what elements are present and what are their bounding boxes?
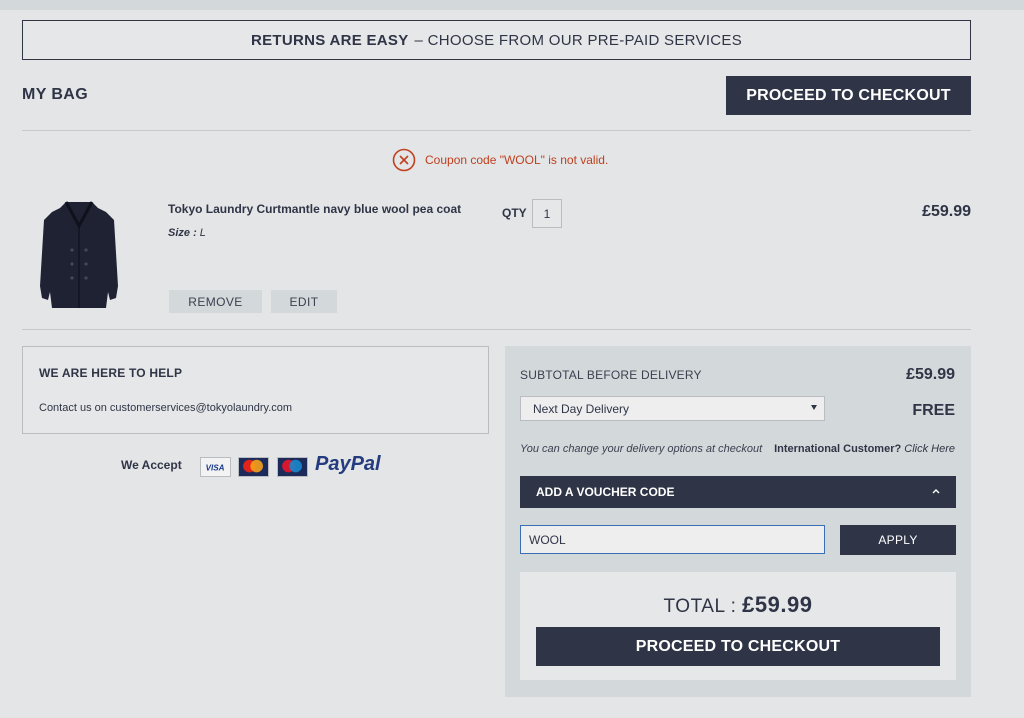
banner-bold-text: RETURNS ARE EASY	[250, 31, 409, 49]
visa-text: VISA	[206, 464, 225, 473]
qty-input[interactable]: 1	[532, 199, 562, 228]
we-accept-label: We Accept	[121, 458, 182, 472]
delivery-option: Next Day Delivery	[533, 401, 630, 416]
visa-icon: VISA	[200, 457, 231, 477]
qty-label: QTY	[502, 206, 527, 220]
remove-button[interactable]: REMOVE	[169, 290, 262, 313]
proceed-to-checkout-button[interactable]: PROCEED TO CHECKOUT	[726, 76, 971, 115]
help-title: WE ARE HERE TO HELP	[39, 366, 183, 380]
total-box: TOTAL : £59.99 PROCEED TO CHECKOUT	[520, 572, 956, 680]
order-summary: SUBTOTAL BEFORE DELIVERY £59.99 Next Day…	[505, 346, 971, 697]
delivery-select[interactable]: Next Day Delivery	[520, 396, 825, 421]
item-price: £59.99	[922, 203, 971, 220]
product-image[interactable]	[36, 196, 122, 316]
international-customer[interactable]: International Customer? Click Here	[774, 443, 955, 455]
delivery-note: You can change your delivery options at …	[520, 443, 763, 455]
maestro-icon	[277, 457, 308, 477]
divider	[22, 130, 971, 131]
help-box: WE ARE HERE TO HELP Contact us on custom…	[22, 346, 489, 434]
proceed-to-checkout-button-bottom[interactable]: PROCEED TO CHECKOUT	[536, 627, 940, 666]
paypal-text: PayPal	[315, 453, 381, 475]
size-value: L	[199, 227, 206, 239]
coupon-error: Coupon code "WOOL" is not valid.	[392, 148, 608, 172]
dropdown-arrow-icon	[811, 405, 817, 410]
help-contact[interactable]: Contact us on customerservices@tokyolaun…	[39, 402, 292, 414]
delivery-cost: FREE	[912, 402, 955, 419]
total-line: TOTAL : £59.99	[520, 592, 956, 618]
intl-label: International Customer?	[774, 443, 902, 455]
apply-button[interactable]: APPLY	[840, 525, 956, 555]
subtotal-value: £59.99	[906, 366, 955, 383]
size-label: Size :	[168, 227, 197, 239]
voucher-toggle[interactable]: ADD A VOUCHER CODE	[520, 476, 956, 508]
error-icon	[392, 148, 416, 172]
chevron-up-icon	[932, 489, 940, 494]
paypal-logo: PayPal	[315, 453, 381, 476]
mastercard-icon	[238, 457, 269, 477]
total-value: £59.99	[742, 592, 813, 617]
intl-link[interactable]: Click Here	[904, 443, 955, 455]
banner-text: – CHOOSE FROM OUR PRE-PAID SERVICES	[414, 31, 743, 49]
product-size: Size : L	[168, 227, 206, 239]
subtotal-label: SUBTOTAL BEFORE DELIVERY	[520, 368, 702, 382]
voucher-label: ADD A VOUCHER CODE	[536, 485, 675, 499]
error-message: Coupon code "WOOL" is not valid.	[425, 153, 609, 167]
divider	[22, 329, 971, 330]
voucher-input[interactable]	[520, 525, 825, 554]
top-strip	[0, 0, 1024, 10]
page-title: MY BAG	[22, 86, 89, 103]
total-label: TOTAL :	[663, 596, 737, 617]
product-name[interactable]: Tokyo Laundry Curtmantle navy blue wool …	[168, 202, 461, 216]
returns-banner[interactable]: RETURNS ARE EASY – CHOOSE FROM OUR PRE-P…	[22, 20, 971, 60]
edit-button[interactable]: EDIT	[271, 290, 337, 313]
